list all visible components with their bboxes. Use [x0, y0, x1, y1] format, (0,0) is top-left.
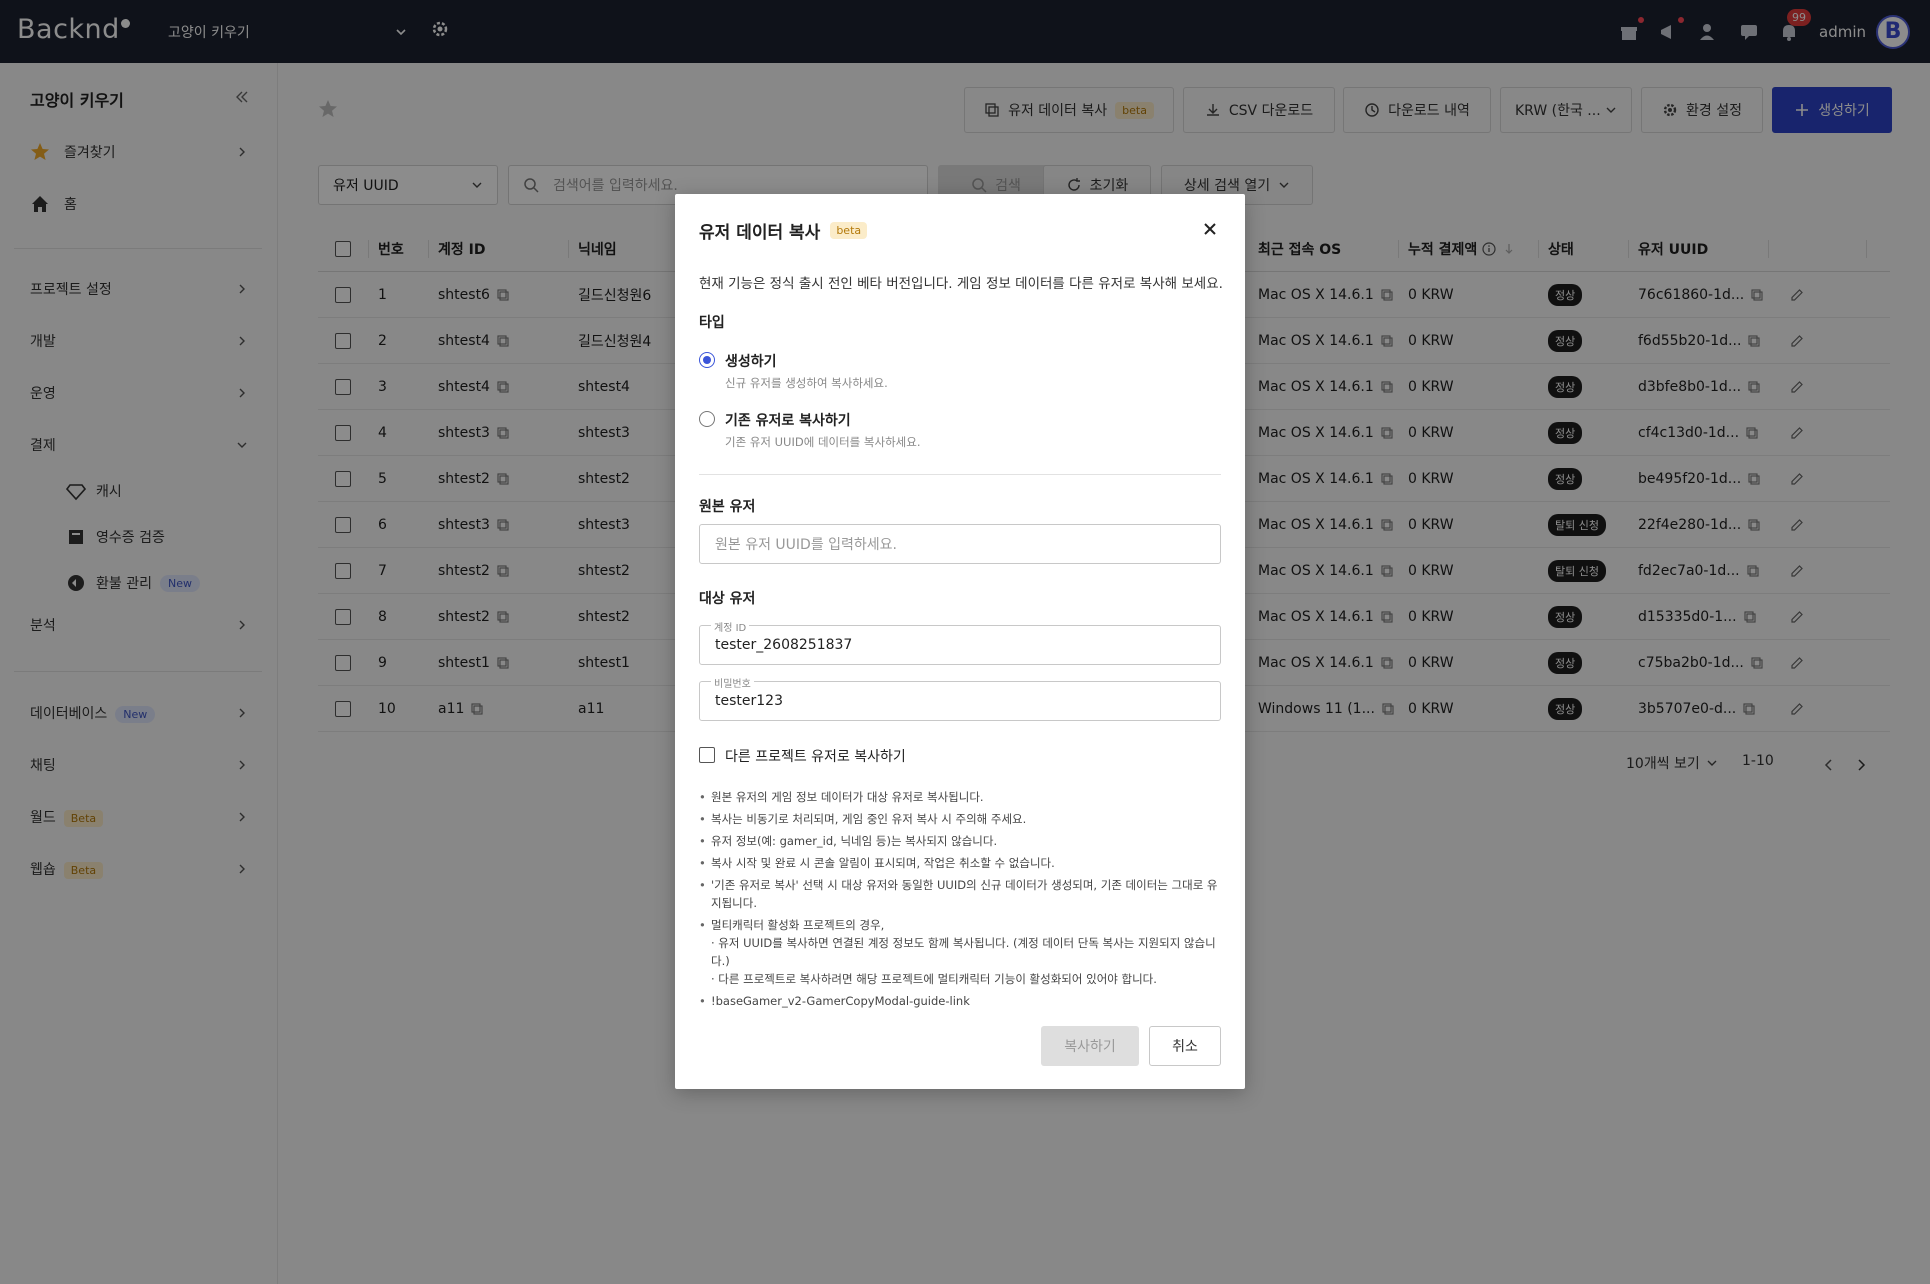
radio-existing-label[interactable]: 기존 유저로 복사하기: [725, 410, 851, 430]
radio-create-label[interactable]: 생성하기: [725, 351, 777, 371]
copy-user-modal: 유저 데이터 복사 beta 현재 기능은 정식 출시 전인 베타 버전입니다.…: [675, 194, 1245, 1089]
account-id-input[interactable]: tester_2608251837: [699, 625, 1221, 665]
modal-description: 현재 기능은 정식 출시 전인 베타 버전입니다. 게임 정보 데이터를 다른 …: [699, 276, 1223, 292]
other-project-checkbox[interactable]: [699, 747, 715, 763]
password-label: 비밀번호: [711, 675, 754, 690]
list-item: 복사 시작 및 완료 시 콘솔 알림이 표시되며, 작업은 취소할 수 없습니다…: [699, 854, 1221, 872]
list-item: 복사는 비동기로 처리되며, 게임 중인 유저 복사 시 주의해 주세요.: [699, 810, 1221, 828]
list-item: '기존 유저로 복사' 선택 시 대상 유저와 동일한 UUID의 신규 데이터…: [699, 876, 1221, 912]
cancel-button[interactable]: 취소: [1149, 1026, 1221, 1066]
list-item: 원본 유저의 게임 정보 데이터가 대상 유저로 복사됩니다.: [699, 788, 1221, 806]
source-uuid-input[interactable]: 원본 유저 UUID를 입력하세요.: [699, 524, 1221, 564]
other-project-label[interactable]: 다른 프로젝트 유저로 복사하기: [725, 746, 906, 766]
password-input[interactable]: tester123: [699, 681, 1221, 721]
source-user-label: 원본 유저: [699, 499, 756, 515]
list-item: 멀티캐릭터 활성화 프로젝트의 경우, · 유저 UUID를 복사하면 연결된 …: [699, 916, 1221, 988]
radio-existing-desc: 기존 유저 UUID에 데이터를 복사하세요.: [725, 435, 921, 449]
radio-existing[interactable]: [699, 411, 715, 427]
close-icon[interactable]: [1203, 222, 1217, 236]
type-label: 타입: [699, 315, 725, 331]
list-item: 유저 정보(예: gamer_id, 닉네임 등)는 복사되지 않습니다.: [699, 832, 1221, 850]
guide-link[interactable]: !baseGamer_v2-GamerCopyModal-guide-link: [699, 992, 1221, 1010]
target-user-label: 대상 유저: [699, 591, 756, 607]
copy-button[interactable]: 복사하기: [1041, 1026, 1139, 1066]
beta-badge: beta: [830, 222, 868, 239]
notes-list: 원본 유저의 게임 정보 데이터가 대상 유저로 복사됩니다. 복사는 비동기로…: [699, 788, 1221, 1014]
account-id-label: 계정 ID: [711, 619, 750, 634]
modal-title: 유저 데이터 복사 beta: [699, 218, 868, 243]
radio-create[interactable]: [699, 352, 715, 368]
radio-create-desc: 신규 유저를 생성하여 복사하세요.: [725, 376, 888, 390]
